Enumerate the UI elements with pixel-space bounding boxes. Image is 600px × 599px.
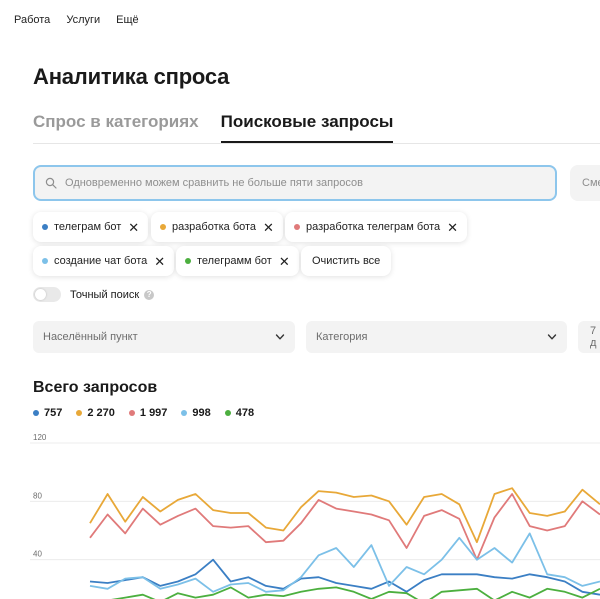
y-tick-label: 120 xyxy=(33,433,47,442)
toggle-knob xyxy=(35,289,46,300)
chip-color-dot xyxy=(42,224,48,230)
period-select[interactable]: 7 д xyxy=(578,321,600,353)
chart-legend: 757 2 270 1 997 998 478 xyxy=(33,407,254,419)
legend-dot xyxy=(33,410,39,416)
query-chip: телеграмм бот ✕ xyxy=(176,246,299,276)
tabs: Спрос в категориях Поисковые запросы xyxy=(33,112,394,143)
query-chip: разработка телеграм бота ✕ xyxy=(285,212,468,242)
chip-label: телеграм бот xyxy=(54,221,122,233)
location-select-label: Населённый пункт xyxy=(43,331,138,343)
period-select-label: 7 д xyxy=(590,325,597,349)
chip-label: создание чат бота xyxy=(54,255,148,267)
location-select[interactable]: Населённый пункт xyxy=(33,321,295,353)
legend-item: 478 xyxy=(224,407,255,419)
tab-category-demand[interactable]: Спрос в категориях xyxy=(33,112,199,143)
clear-all-button[interactable]: Очистить все xyxy=(301,246,392,276)
chip-color-dot xyxy=(185,258,191,264)
help-icon[interactable]: ? xyxy=(144,289,155,300)
chip-color-dot xyxy=(42,258,48,264)
chip-label: телеграмм бот xyxy=(197,255,272,267)
legend-item: 1 997 xyxy=(128,407,168,419)
legend-dot xyxy=(224,410,231,416)
legend-dot xyxy=(181,410,188,416)
legend-item: 998 xyxy=(181,407,211,419)
total-requests-chart: 40 80 120 xyxy=(30,433,600,599)
query-chip: создание чат бота ✕ xyxy=(33,246,175,276)
chevron-down-icon xyxy=(547,334,557,340)
chip-color-dot xyxy=(294,224,300,230)
tabs-divider xyxy=(33,143,600,144)
legend-value: 998 xyxy=(192,407,211,419)
close-icon[interactable]: ✕ xyxy=(154,255,165,268)
close-icon[interactable]: ✕ xyxy=(447,221,458,234)
category-select[interactable]: Категория xyxy=(306,321,567,353)
legend-item: 2 270 xyxy=(76,407,115,419)
compare-button[interactable]: Сме xyxy=(570,165,600,201)
legend-value: 478 xyxy=(235,407,255,419)
chip-color-dot xyxy=(160,224,166,230)
chip-label: разработка бота xyxy=(172,221,257,233)
search-icon xyxy=(45,177,57,189)
legend-dot xyxy=(128,410,135,416)
nav-item-services[interactable]: Услуги xyxy=(66,14,100,26)
series-line xyxy=(89,532,600,593)
nav-item-work[interactable]: Работа xyxy=(14,14,50,26)
tab-search-queries[interactable]: Поисковые запросы xyxy=(220,112,394,143)
page-title: Аналитика спроса xyxy=(33,64,230,89)
chip-label: разработка телеграм бота xyxy=(306,221,441,233)
query-chip: телеграм бот ✕ xyxy=(33,212,149,242)
chevron-down-icon xyxy=(275,334,285,340)
close-icon[interactable]: ✕ xyxy=(263,221,274,234)
exact-search-label: Точный поиск xyxy=(70,288,140,301)
y-tick-label: 40 xyxy=(33,550,42,559)
close-icon[interactable]: ✕ xyxy=(279,255,290,268)
series-line xyxy=(111,586,600,599)
total-requests-title: Всего запросов xyxy=(33,379,158,396)
query-chip: разработка бота ✕ xyxy=(151,212,283,242)
close-icon[interactable]: ✕ xyxy=(128,221,139,234)
nav-item-more[interactable]: Ещё xyxy=(116,14,139,26)
search-input[interactable] xyxy=(63,176,537,190)
category-select-label: Категория xyxy=(316,331,368,343)
legend-value: 1 997 xyxy=(139,407,168,419)
exact-search-row: Точный поиск ? xyxy=(33,287,155,302)
legend-item: 757 xyxy=(33,407,62,419)
legend-dot xyxy=(76,410,83,416)
y-tick-label: 80 xyxy=(33,491,42,500)
legend-value: 2 270 xyxy=(87,407,115,419)
exact-search-toggle[interactable] xyxy=(33,287,61,302)
top-nav: Работа Услуги Ещё xyxy=(14,14,139,26)
search-box xyxy=(33,165,557,201)
legend-value: 757 xyxy=(44,407,63,419)
